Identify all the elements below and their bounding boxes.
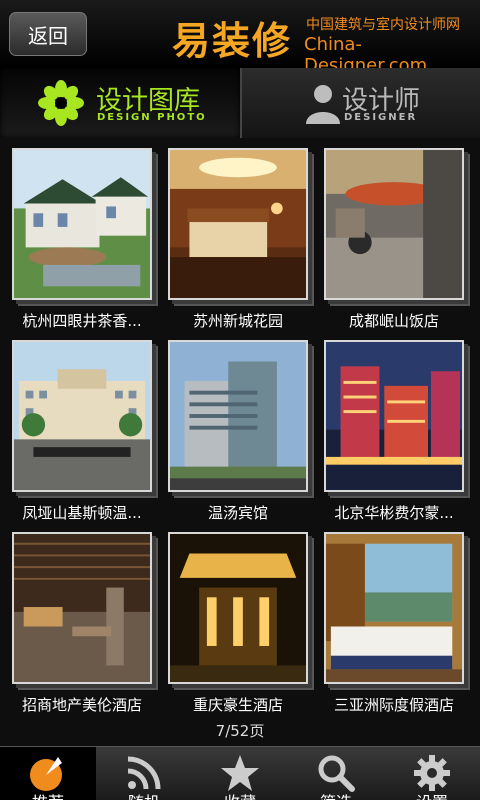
nav-recommend[interactable]: 推荐 <box>0 747 96 800</box>
photo-title: 杭州四眼井茶香... <box>22 312 142 330</box>
app-header: 返回 易装修 中国建筑与室内设计师网 China-Designer.com <box>0 0 480 76</box>
lobby-photo <box>326 150 462 298</box>
photo-gallery: 杭州四眼井茶香... 苏州新城花园 成都岷山饭店 凤垭山基斯顿温... 温汤宾馆… <box>0 138 480 748</box>
category-tabs: 设计图库 DESIGN PHOTO 设计师 DESIGNER <box>0 68 480 138</box>
villa-photo <box>14 150 150 298</box>
photo-thumbnail[interactable] <box>168 340 308 492</box>
rss-icon <box>127 756 161 790</box>
gallery-item[interactable]: 成都岷山饭店 <box>324 138 470 330</box>
brand-logo: 易装修 <box>172 18 293 63</box>
gallery-item[interactable]: 三亚洲际度假酒店 <box>324 522 470 714</box>
nav-favorites[interactable]: 收藏 <box>192 747 288 800</box>
nav-filter[interactable]: 筛选 <box>288 747 384 800</box>
resort-room-photo <box>326 534 462 682</box>
recommend-icon <box>30 757 62 791</box>
photo-title: 温汤宾馆 <box>207 504 268 522</box>
photo-title: 苏州新城花园 <box>192 312 283 330</box>
gear-icon <box>414 755 450 791</box>
tab-designer[interactable]: 设计师 DESIGNER <box>240 68 480 138</box>
gallery-item[interactable]: 杭州四眼井茶香... <box>12 138 158 330</box>
nav-label: 随机 <box>96 789 192 800</box>
gallery-item[interactable]: 凤垭山基斯顿温... <box>12 330 158 522</box>
photo-title: 成都岷山饭店 <box>348 312 439 330</box>
photo-thumbnail[interactable] <box>12 340 152 492</box>
photo-thumbnail[interactable] <box>324 148 464 300</box>
photo-thumbnail[interactable] <box>168 532 308 684</box>
tab-design-photo[interactable]: 设计图库 DESIGN PHOTO <box>0 68 240 138</box>
photo-thumbnail[interactable] <box>12 532 152 684</box>
gallery-item[interactable]: 苏州新城花园 <box>168 138 314 330</box>
hotel-exterior-photo <box>326 342 462 490</box>
gallery-item[interactable]: 北京华彬费尔蒙... <box>324 330 470 522</box>
nav-settings[interactable]: 设置 <box>384 747 480 800</box>
photo-thumbnail[interactable] <box>12 148 152 300</box>
gallery-item[interactable]: 温汤宾馆 <box>168 330 314 522</box>
photo-title: 重庆豪生酒店 <box>192 696 283 714</box>
nav-label: 推荐 <box>0 789 96 800</box>
nav-random[interactable]: 随机 <box>96 747 192 800</box>
hotel-room-photo <box>170 150 306 298</box>
nav-label: 收藏 <box>192 789 288 800</box>
tab-sublabel: DESIGNER <box>344 112 418 123</box>
photo-title: 招商地产美伦酒店 <box>21 696 142 714</box>
photo-title: 凤垭山基斯顿温... <box>22 504 142 522</box>
flower-icon <box>38 80 84 126</box>
bottom-navigation: 推荐 随机 收藏 筛选 <box>0 746 480 800</box>
nav-label: 筛选 <box>288 789 384 800</box>
star-icon <box>221 755 259 791</box>
nav-label: 设置 <box>384 789 480 800</box>
tab-sublabel: DESIGN PHOTO <box>97 112 207 123</box>
page-indicator: 7/52页 <box>215 722 265 740</box>
gallery-item[interactable]: 招商地产美伦酒店 <box>12 522 158 714</box>
resort-hotel-photo <box>14 342 150 490</box>
hotel-facade-photo <box>170 534 306 682</box>
photo-thumbnail[interactable] <box>168 148 308 300</box>
photo-thumbnail[interactable] <box>324 532 464 684</box>
photo-title: 北京华彬费尔蒙... <box>334 504 454 522</box>
building-photo <box>170 342 306 490</box>
brand-subtitle-cn: 中国建筑与室内设计师网 <box>306 17 460 33</box>
lobby-photo <box>14 534 150 682</box>
photo-thumbnail[interactable] <box>324 340 464 492</box>
photo-title: 三亚洲际度假酒店 <box>333 696 454 714</box>
search-icon <box>318 755 355 792</box>
person-icon <box>306 85 340 124</box>
back-button[interactable]: 返回 <box>9 12 87 56</box>
gallery-item[interactable]: 重庆豪生酒店 <box>168 522 314 714</box>
